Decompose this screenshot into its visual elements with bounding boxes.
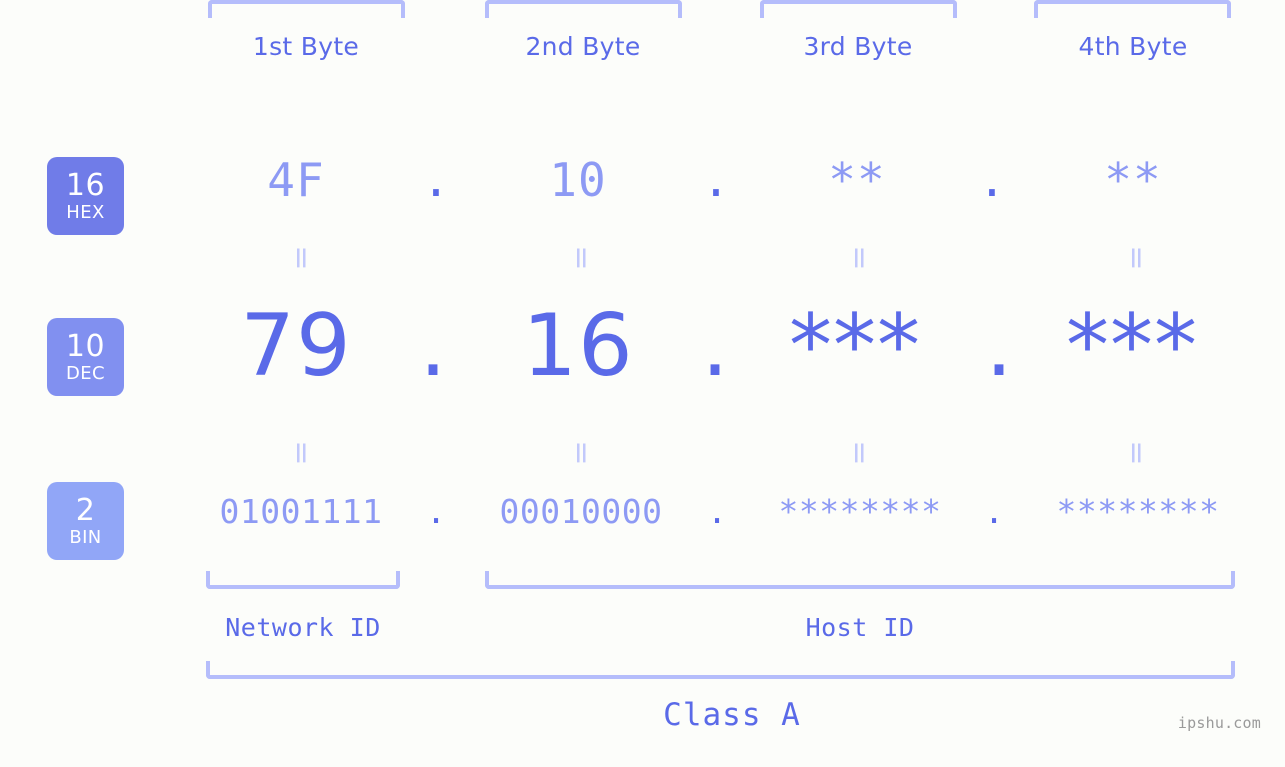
equals-mark-dec-bin-4: = [1119,440,1154,466]
base-badge-bin: 2 BIN [47,482,124,560]
class-bracket [206,661,1235,679]
ip-address-breakdown-diagram: 1st Byte 2nd Byte 3rd Byte 4th Byte 16 H… [0,0,1285,767]
equals-mark-hex-dec-4: = [1119,245,1154,271]
host-id-label: Host ID [805,613,915,642]
dec-octet-2: 16 [522,296,634,396]
network-id-label: Network ID [225,613,381,642]
base-badge-bin-label: BIN [69,526,102,548]
bin-octet-4: ******** [1056,492,1220,531]
bin-octet-3: ******** [778,492,942,531]
dec-octet-3: *** [789,296,921,396]
base-badge-dec-number: 10 [65,328,106,364]
byte-header-4: 4th Byte [1078,32,1188,61]
bin-octet-1: 01001111 [219,492,383,531]
bin-octet-2: 00010000 [499,492,663,531]
bin-separator-3: . [984,492,1004,531]
byte-bracket-2 [485,0,682,18]
byte-header-3: 3rd Byte [803,32,913,61]
hex-octet-1: 4F [267,153,325,207]
hex-separator-2: . [702,153,730,207]
bin-separator-1: . [426,492,446,531]
dec-separator-3: . [985,296,1013,396]
base-badge-dec-label: DEC [65,362,105,384]
host-id-bracket [485,571,1235,589]
base-badge-hex-label: HEX [66,201,105,223]
equals-mark-hex-dec-1: = [284,245,319,271]
class-label: Class A [663,697,801,733]
hex-octet-3: ** [828,153,886,207]
dec-separator-2: . [701,296,729,396]
equals-mark-dec-bin-3: = [842,440,877,466]
byte-bracket-3 [760,0,957,18]
dec-octet-1: 79 [240,296,352,396]
equals-mark-dec-bin-2: = [564,440,599,466]
hex-separator-3: . [978,153,1006,207]
network-id-bracket [206,571,400,589]
dec-octet-4: *** [1066,296,1198,396]
base-badge-dec: 10 DEC [47,318,124,396]
byte-bracket-1 [208,0,405,18]
hex-octet-2: 10 [549,153,607,207]
bin-separator-2: . [707,492,727,531]
dec-separator-1: . [419,296,447,396]
equals-mark-hex-dec-2: = [564,245,599,271]
hex-octet-4: ** [1104,153,1162,207]
base-badge-hex-number: 16 [65,167,106,203]
byte-header-2: 2nd Byte [525,32,641,61]
byte-bracket-4 [1034,0,1231,18]
base-badge-bin-number: 2 [75,492,96,528]
hex-separator-1: . [422,153,450,207]
base-badge-hex: 16 HEX [47,157,124,235]
equals-mark-hex-dec-3: = [842,245,877,271]
equals-mark-dec-bin-1: = [284,440,319,466]
site-watermark: ipshu.com [1177,714,1261,732]
byte-header-1: 1st Byte [252,32,360,61]
